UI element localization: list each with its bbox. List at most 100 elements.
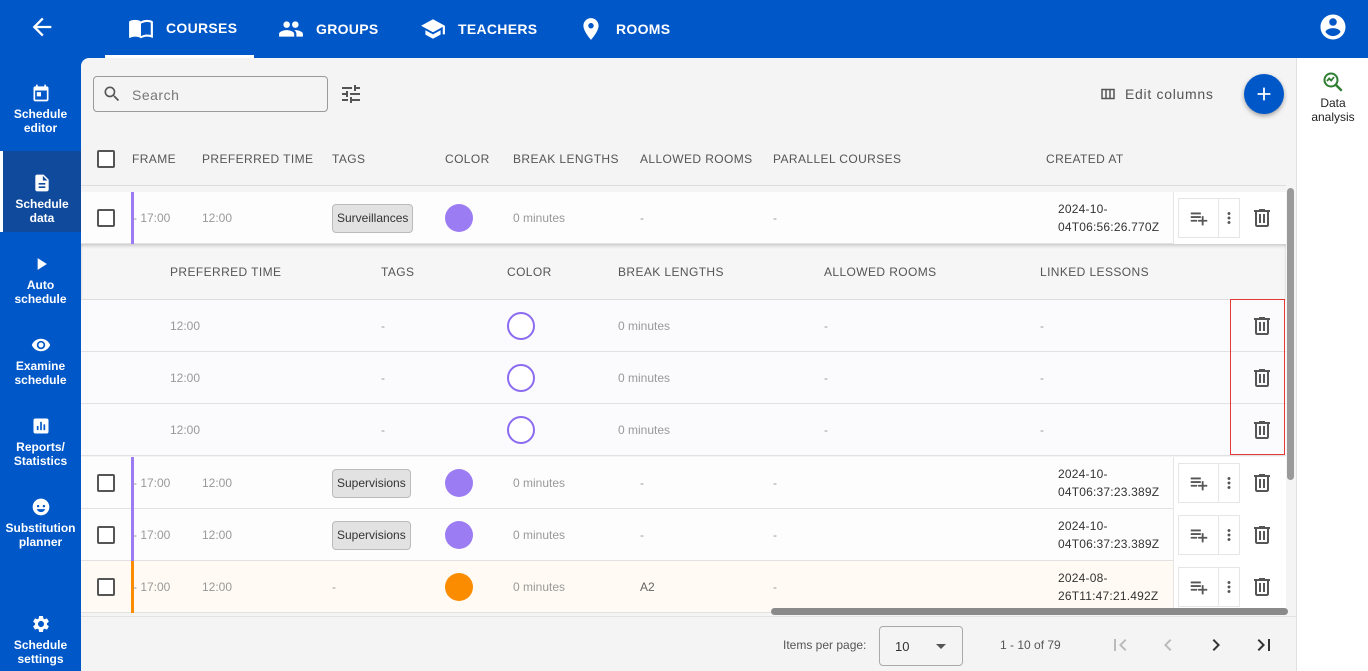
table-row[interactable]: - 17:00 12:00 Supervisions 0 minutes - -…	[81, 509, 1286, 561]
table-row[interactable]: - 17:00 12:00 - 0 minutes A2 - 2024-08- …	[81, 561, 1286, 613]
frame-cell: - 17:00	[133, 476, 171, 490]
lesson-preferred-time: 12:00	[170, 319, 201, 333]
more-vert-icon[interactable]	[1218, 198, 1240, 238]
preferred-time-cell: 12:00	[202, 528, 233, 542]
lesson-row[interactable]: 12:00 - 0 minutes - -	[81, 404, 1286, 456]
pagination-bar: Items per page: 10 1 - 10 of 79	[81, 616, 1296, 671]
subcolumn-header-allowed-rooms[interactable]: ALLOWED ROOMS	[824, 244, 937, 300]
sidebar-item-schedule-settings[interactable]: Schedule settings	[0, 592, 81, 671]
sidebar-item-examine-schedule[interactable]: Examine schedule	[0, 313, 81, 393]
sidebar-item-auto-schedule[interactable]: Auto schedule	[0, 232, 81, 312]
previous-page-icon[interactable]	[1156, 633, 1180, 657]
gear-icon	[31, 614, 51, 634]
search-input[interactable]	[132, 85, 322, 105]
row-checkbox[interactable]	[97, 209, 115, 227]
horizontal-scrollbar[interactable]	[771, 608, 1288, 615]
sidebar-item-label: Schedule data	[15, 197, 69, 225]
delete-icon[interactable]	[1250, 575, 1274, 599]
tab-groups[interactable]: GROUPS	[278, 0, 378, 58]
column-header-break-lengths[interactable]: BREAK LENGTHS	[513, 133, 619, 186]
sidebar-item-reports-statistics[interactable]: Reports/ Statistics	[0, 394, 81, 474]
vertical-scrollbar[interactable]	[1287, 188, 1294, 480]
next-page-icon[interactable]	[1204, 633, 1228, 657]
row-actions	[1173, 561, 1286, 613]
row-actions	[1173, 457, 1286, 509]
created-at-line2: 04T06:37:23.389Z	[1058, 537, 1160, 551]
first-page-icon[interactable]	[1108, 633, 1132, 657]
subcolumn-header-linked-lessons[interactable]: LINKED LESSONS	[1040, 244, 1149, 300]
add-lesson-button[interactable]	[1178, 198, 1218, 238]
column-header-allowed-rooms[interactable]: ALLOWED ROOMS	[640, 133, 753, 186]
subcolumn-header-color[interactable]: COLOR	[507, 244, 552, 300]
filter-settings-icon[interactable]	[339, 82, 363, 106]
top-app-bar: COURSES GROUPS TEACHERS ROOMS	[0, 0, 1368, 58]
column-header-frame[interactable]: FRAME	[132, 133, 176, 186]
add-lesson-button[interactable]	[1178, 463, 1218, 503]
subcolumn-header-preferred-time[interactable]: PREFERRED TIME	[170, 244, 281, 300]
delete-icon[interactable]	[1250, 471, 1274, 495]
add-course-button[interactable]	[1244, 74, 1284, 114]
column-header-color[interactable]: COLOR	[445, 133, 490, 186]
lesson-preferred-time: 12:00	[170, 371, 201, 385]
select-all-checkbox[interactable]	[97, 150, 115, 168]
school-icon	[420, 16, 446, 42]
tab-courses[interactable]: COURSES	[105, 0, 254, 58]
allowed-rooms-cell: -	[640, 476, 644, 490]
tag-cell: -	[332, 580, 336, 594]
tag-chip: Supervisions	[332, 521, 411, 550]
column-header-preferred-time[interactable]: PREFERRED TIME	[202, 133, 313, 186]
more-vert-icon[interactable]	[1218, 515, 1240, 555]
lesson-allowed-rooms: -	[824, 319, 828, 333]
parallel-courses-cell: -	[773, 528, 777, 542]
sidebar-item-schedule-data[interactable]: Schedule data	[0, 151, 81, 232]
column-header-tags[interactable]: TAGS	[332, 133, 365, 186]
column-header-created-at[interactable]: CREATED AT	[1046, 133, 1124, 186]
sidebar-item-label: Substitution planner	[5, 521, 76, 549]
account-circle-icon[interactable]	[1318, 12, 1348, 42]
table-row[interactable]: - 17:00 12:00 Supervisions 0 minutes - -…	[81, 457, 1286, 509]
color-swatch	[445, 573, 473, 601]
lesson-preferred-time: 12:00	[170, 423, 201, 437]
more-vert-icon[interactable]	[1218, 463, 1240, 503]
data-analysis-button[interactable]: Data analysis	[1297, 70, 1368, 124]
lesson-tags: -	[381, 423, 385, 437]
row-checkbox[interactable]	[97, 578, 115, 596]
last-page-icon[interactable]	[1252, 633, 1276, 657]
analytics-search-icon	[1321, 70, 1345, 94]
columns-icon	[1099, 85, 1117, 103]
items-per-page-select[interactable]: 10	[879, 626, 963, 666]
table-row[interactable]: - 17:00 12:00 Surveillances 0 minutes - …	[81, 192, 1286, 244]
lesson-break-lengths: 0 minutes	[618, 319, 671, 333]
subcolumn-header-tags[interactable]: TAGS	[381, 244, 414, 300]
add-lesson-button[interactable]	[1178, 515, 1218, 555]
tab-teachers-label: TEACHERS	[458, 21, 538, 37]
sidebar-item-substitution-planner[interactable]: Substitution planner	[0, 475, 81, 555]
back-arrow-icon[interactable]	[28, 13, 56, 41]
row-checkbox[interactable]	[97, 526, 115, 544]
subtable-header-row: PREFERRED TIME TAGS COLOR BREAK LENGTHS …	[81, 244, 1286, 300]
lesson-linked-lessons: -	[1040, 371, 1044, 385]
tag-chip: Surveillances	[332, 204, 414, 233]
delete-icon[interactable]	[1250, 523, 1274, 547]
preferred-time-cell: 12:00	[202, 580, 233, 594]
edit-columns-button[interactable]: Edit columns	[1099, 82, 1214, 106]
subcolumn-header-break-lengths[interactable]: BREAK LENGTHS	[618, 244, 724, 300]
delete-icon[interactable]	[1250, 206, 1274, 230]
lesson-row[interactable]: 12:00 - 0 minutes - -	[81, 300, 1286, 352]
tab-teachers[interactable]: TEACHERS	[420, 0, 537, 58]
search-box	[93, 76, 328, 112]
row-checkbox[interactable]	[97, 474, 115, 492]
allowed-rooms-cell: -	[640, 528, 644, 542]
created-at-cell: 2024-08- 26T11:47:21.492Z	[1058, 569, 1158, 605]
break-lengths-cell: 0 minutes	[513, 528, 566, 542]
add-lesson-button[interactable]	[1178, 567, 1218, 607]
column-header-parallel-courses[interactable]: PARALLEL COURSES	[773, 133, 901, 186]
lesson-row[interactable]: 12:00 - 0 minutes - -	[81, 352, 1286, 404]
more-vert-icon[interactable]	[1218, 567, 1240, 607]
sidebar-item-schedule-editor[interactable]: Schedule editor	[0, 61, 81, 141]
play-icon	[31, 254, 51, 274]
search-icon	[102, 84, 122, 104]
sidebar-item-label: Schedule editor	[13, 107, 68, 135]
frame-cell: - 17:00	[133, 528, 171, 542]
tab-rooms[interactable]: ROOMS	[578, 0, 670, 58]
